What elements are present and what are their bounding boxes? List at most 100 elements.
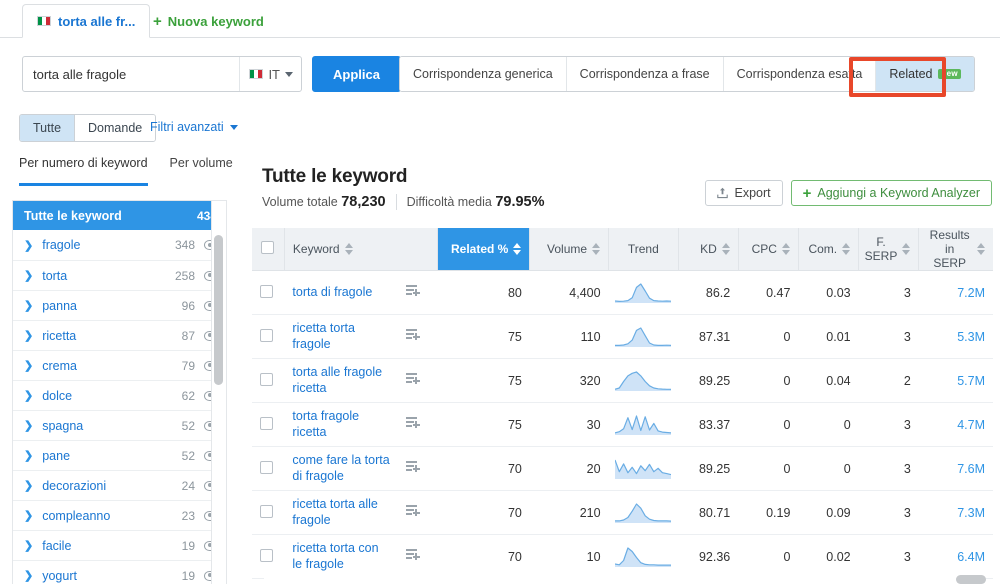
add-to-list-icon[interactable] — [406, 505, 420, 517]
results-in-serp-cell[interactable]: 5.7M — [919, 359, 993, 403]
trend-cell — [609, 271, 678, 315]
chevron-right-icon[interactable]: ❯ — [24, 419, 33, 432]
chevron-right-icon[interactable]: ❯ — [24, 239, 33, 252]
results-in-serp-cell[interactable]: 4.7M — [919, 403, 993, 447]
column-header-volume[interactable]: Volume — [530, 228, 609, 271]
select-all-checkbox[interactable] — [261, 241, 274, 254]
table-scrollbar-track[interactable] — [264, 573, 986, 584]
match-type-related[interactable]: Relatednew — [876, 57, 974, 91]
keyword-link[interactable]: torta alle fragole ricetta — [292, 365, 389, 396]
keyword-link[interactable]: ricetta torta alle fragole — [292, 497, 389, 528]
chevron-right-icon[interactable]: ❯ — [24, 539, 33, 552]
kd-cell: 80.71 — [678, 491, 738, 535]
search-input[interactable] — [23, 57, 239, 91]
f-serp-cell: 3 — [859, 315, 919, 359]
match-type-corrispondenza-a-frase[interactable]: Corrispondenza a frase — [567, 57, 724, 91]
column-header-keyword[interactable]: Keyword — [284, 228, 437, 271]
apply-button[interactable]: Applica — [312, 56, 401, 92]
group-item-count: 24 — [182, 479, 195, 493]
chevron-right-icon[interactable]: ❯ — [24, 329, 33, 342]
table-scrollbar-thumb[interactable] — [956, 575, 986, 584]
results-in-serp-cell[interactable]: 5.3M — [919, 315, 993, 359]
keyword-link[interactable]: torta di fragole — [292, 285, 389, 301]
column-header-fserp[interactable]: F. SERP — [859, 228, 919, 271]
group-sort-tab-per-volume[interactable]: Per volume — [170, 156, 233, 186]
keyword-link[interactable]: ricetta torta fragole — [292, 321, 389, 352]
add-keyword-cell — [398, 491, 437, 535]
column-header-related[interactable]: Related % — [437, 228, 530, 271]
group-item-count: 87 — [182, 329, 195, 343]
results-in-serp-cell[interactable]: 7.2M — [919, 271, 993, 315]
chevron-right-icon[interactable]: ❯ — [24, 299, 33, 312]
column-header-label: CPC — [752, 242, 777, 256]
chevron-right-icon[interactable]: ❯ — [24, 569, 33, 582]
row-checkbox[interactable] — [260, 505, 273, 518]
row-checkbox[interactable] — [260, 461, 273, 474]
keyword-cell: torta di fragole — [284, 271, 397, 315]
group-list-item[interactable]: ❯compleanno23 — [13, 500, 226, 530]
cpc-cell: 0 — [738, 403, 798, 447]
add-to-keyword-analyzer-button[interactable]: + Aggiungi a Keyword Analyzer — [791, 180, 992, 206]
sort-arrows-icon — [782, 243, 790, 255]
group-list-scrollbar-thumb[interactable] — [214, 235, 223, 385]
add-to-list-icon[interactable] — [406, 549, 420, 561]
kd-cell: 89.25 — [678, 359, 738, 403]
group-list-item[interactable]: ❯torta258 — [13, 260, 226, 290]
row-checkbox[interactable] — [260, 329, 273, 342]
group-list-item[interactable]: ❯facile19 — [13, 530, 226, 560]
chevron-right-icon[interactable]: ❯ — [24, 269, 33, 282]
group-sort-tab-per-numero-di-keyword[interactable]: Per numero di keyword — [19, 156, 148, 186]
match-type-corrispondenza-esatta[interactable]: Corrispondenza esatta — [724, 57, 877, 91]
row-checkbox[interactable] — [260, 417, 273, 430]
tab-keyword-torta-alle-fragole[interactable]: torta alle fr... — [22, 4, 150, 38]
f-serp-cell: 3 — [859, 535, 919, 579]
keyword-link[interactable]: come fare la torta di fragole — [292, 453, 389, 484]
group-item-label: ricetta — [42, 329, 181, 343]
export-button[interactable]: Export — [705, 180, 782, 206]
filter-questions[interactable]: Domande — [74, 115, 155, 141]
add-to-list-icon[interactable] — [406, 329, 420, 341]
add-to-list-icon[interactable] — [406, 461, 420, 473]
chevron-right-icon[interactable]: ❯ — [24, 449, 33, 462]
country-selector[interactable]: IT — [239, 57, 301, 91]
results-in-serp-cell[interactable]: 7.6M — [919, 447, 993, 491]
row-checkbox[interactable] — [260, 373, 273, 386]
group-list-header[interactable]: Tutte le keyword 434 — [13, 201, 226, 230]
group-item-count: 79 — [182, 359, 195, 373]
match-type-corrispondenza-generica[interactable]: Corrispondenza generica — [400, 57, 567, 91]
group-list-scrollbar-track[interactable] — [211, 201, 226, 584]
group-list-item[interactable]: ❯pane52 — [13, 440, 226, 470]
add-to-list-icon[interactable] — [406, 285, 420, 297]
group-list-item[interactable]: ❯spagna52 — [13, 410, 226, 440]
group-list-item[interactable]: ❯panna96 — [13, 290, 226, 320]
competition-cell: 0.01 — [798, 315, 858, 359]
results-in-serp-cell[interactable]: 6.4M — [919, 535, 993, 579]
keyword-link[interactable]: torta fragole ricetta — [292, 409, 389, 440]
column-header-label: Volume — [547, 242, 587, 256]
chevron-right-icon[interactable]: ❯ — [24, 479, 33, 492]
add-to-list-icon[interactable] — [406, 373, 420, 385]
chevron-right-icon[interactable]: ❯ — [24, 389, 33, 402]
column-header-results[interactable]: Results in SERP — [919, 228, 993, 271]
group-list-item[interactable]: ❯fragole348 — [13, 230, 226, 260]
chevron-right-icon[interactable]: ❯ — [24, 509, 33, 522]
column-header-cpc[interactable]: CPC — [738, 228, 798, 271]
column-header-com[interactable]: Com. — [798, 228, 858, 271]
chevron-right-icon[interactable]: ❯ — [24, 359, 33, 372]
group-list-item[interactable]: ❯ ricetta87 — [13, 320, 226, 350]
keyword-link[interactable]: ricetta torta con le fragole — [292, 541, 389, 572]
advanced-filters-button[interactable]: Filtri avanzati — [150, 114, 238, 140]
row-checkbox[interactable] — [260, 549, 273, 562]
new-keyword-button[interactable]: + Nuova keyword — [143, 4, 274, 38]
filter-all[interactable]: Tutte — [20, 115, 74, 141]
row-checkbox[interactable] — [260, 285, 273, 298]
group-list-item[interactable]: ❯yogurt19 — [13, 560, 226, 584]
add-to-list-icon[interactable] — [406, 417, 420, 429]
column-header-kd[interactable]: KD — [678, 228, 738, 271]
results-in-serp-cell[interactable]: 7.3M — [919, 491, 993, 535]
group-list-item[interactable]: ❯decorazioni24 — [13, 470, 226, 500]
group-list-item[interactable]: ❯crema79 — [13, 350, 226, 380]
column-header-label: Keyword — [293, 242, 340, 256]
group-list-item[interactable]: ❯dolce62 — [13, 380, 226, 410]
question-filter-group: Tutte Domande — [19, 114, 156, 142]
